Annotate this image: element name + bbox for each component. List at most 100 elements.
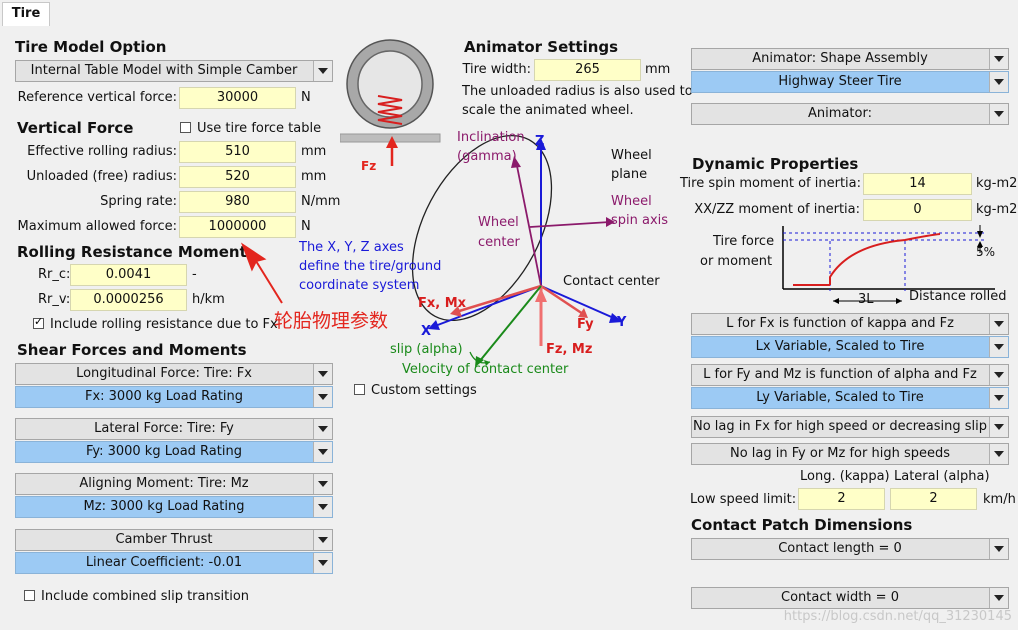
wheel-plane-label-2: plane: [611, 167, 648, 182]
rr-v-unit: h/km: [192, 292, 225, 307]
lfx-function-select[interactable]: L for Fx is function of kappa and Fz: [691, 313, 1009, 335]
wheel-plane-label-1: Wheel: [611, 148, 652, 163]
lag-fy-value: No lag in Fy or Mz for high speeds: [730, 446, 950, 461]
animator-shape-select[interactable]: Animator: Shape Assembly: [691, 48, 1009, 70]
fx-source-value: Longitudinal Force: Tire: Fx: [76, 366, 252, 381]
tire-model-value: Internal Table Model with Simple Camber: [30, 63, 298, 78]
contact-width-select[interactable]: Contact width = 0: [691, 587, 1009, 609]
spin-inertia-field[interactable]: 14: [863, 173, 972, 195]
rr-c-field[interactable]: 0.0041: [70, 264, 187, 286]
include-rr-label: Include rolling resistance due to Fx: [50, 317, 278, 332]
use-table-label: Use tire force table: [197, 121, 322, 136]
graph-3l-label: 3L: [858, 292, 874, 307]
low-speed-long-field[interactable]: 2: [798, 488, 885, 510]
spin-axis-label-2: spin axis: [611, 213, 669, 228]
chevron-down-icon: [989, 444, 1008, 464]
axes-note-3: coordinate system: [299, 278, 420, 293]
mz-dataset-select[interactable]: Mz: 3000 kg Load Rating: [15, 496, 333, 518]
lfy-dataset-select[interactable]: Ly Variable, Scaled to Tire: [691, 387, 1009, 409]
tire-width-unit: mm: [645, 62, 671, 77]
ref-force-field[interactable]: 30000: [179, 87, 296, 109]
combined-slip-label: Include combined slip transition: [41, 589, 250, 604]
lfy-function-select[interactable]: L for Fy and Mz is function of alpha and…: [691, 364, 1009, 386]
mz-source-select[interactable]: Aligning Moment: Tire: Mz: [15, 473, 333, 495]
chevron-down-icon: [989, 588, 1008, 608]
rr-v-field[interactable]: 0.0000256: [70, 289, 187, 311]
combined-slip-checkbox[interactable]: [24, 590, 35, 601]
lfx-dataset-select[interactable]: Lx Variable, Scaled to Tire: [691, 336, 1009, 358]
camber-source-select[interactable]: Camber Thrust: [15, 529, 333, 551]
contact-length-select[interactable]: Contact length = 0: [691, 538, 1009, 560]
custom-settings-label: Custom settings: [371, 383, 477, 398]
unloaded-radius-field[interactable]: 520: [179, 166, 296, 188]
contact-length-value: Contact length = 0: [778, 541, 902, 556]
tire-width-label: Tire width:: [462, 62, 531, 77]
fy-source-select[interactable]: Lateral Force: Tire: Fy: [15, 418, 333, 440]
chevron-down-icon: [313, 61, 332, 81]
rr-v-label: Rr_v:: [38, 292, 71, 307]
fx-dataset-select[interactable]: Fx: 3000 kg Load Rating: [15, 386, 333, 408]
chevron-down-icon: [313, 442, 332, 462]
custom-settings-checkbox[interactable]: [354, 384, 365, 395]
camber-dataset-value: Linear Coefficient: -0.01: [85, 555, 243, 570]
vertical-force-heading: Vertical Force: [17, 119, 134, 137]
lfy-function-value: L for Fy and Mz is function of alpha and…: [703, 367, 977, 382]
annotation-arrow-icon: [240, 242, 283, 304]
camber-dataset-select[interactable]: Linear Coefficient: -0.01: [15, 552, 333, 574]
velocity-label: Velocity of contact center: [402, 362, 569, 377]
tab-tire[interactable]: Tire: [2, 2, 50, 27]
watermark: https://blog.csdn.net/qq_31230145: [783, 609, 1012, 624]
vf-label: Unloaded (free) radius:: [26, 169, 177, 184]
chevron-down-icon: [313, 364, 332, 384]
y-axis-label: Y: [617, 315, 627, 330]
chevron-down-icon: [989, 104, 1008, 124]
graph-percent-label: 5%: [976, 245, 996, 259]
spring-rate-field[interactable]: 980: [179, 191, 296, 213]
camber-source-value: Camber Thrust: [115, 532, 213, 547]
fy-dataset-value: Fy: 3000 kg Load Rating: [86, 444, 242, 459]
lag-fy-select[interactable]: No lag in Fy or Mz for high speeds: [691, 443, 1009, 465]
spin-inertia-label: Tire spin moment of inertia:: [680, 176, 862, 191]
animator2-value: Animator:: [808, 106, 872, 121]
lfy-dataset-value: Ly Variable, Scaled to Tire: [756, 390, 924, 405]
chevron-down-icon: [313, 497, 332, 517]
vf-unit: N: [301, 219, 311, 234]
low-speed-lat-field[interactable]: 2: [890, 488, 977, 510]
tire-panel: Tire Model Option Internal Table Model w…: [0, 26, 1018, 630]
vf-unit: N/mm: [301, 194, 341, 209]
xx-inertia-field[interactable]: 0: [863, 199, 972, 221]
contact-patch-heading: Contact Patch Dimensions: [691, 516, 913, 534]
fy-dataset-select[interactable]: Fy: 3000 kg Load Rating: [15, 441, 333, 463]
animator-note-2: scale the animated wheel.: [462, 103, 634, 118]
animator2-select[interactable]: Animator:: [691, 103, 1009, 125]
axes-note-2: define the tire/ground: [299, 259, 442, 274]
ref-force-label: Reference vertical force:: [17, 90, 177, 105]
tire-width-field[interactable]: 265: [534, 59, 641, 81]
low-speed-unit: km/h: [983, 492, 1016, 507]
animator-dataset-select[interactable]: Highway Steer Tire: [691, 71, 1009, 93]
fx-source-select[interactable]: Longitudinal Force: Tire: Fx: [15, 363, 333, 385]
lateral-alpha-header: Lateral (alpha): [894, 469, 990, 484]
rr-c-unit: -: [192, 267, 197, 282]
max-force-field[interactable]: 1000000: [179, 216, 296, 238]
vf-label: Maximum allowed force:: [17, 219, 177, 234]
animator-shape-value: Animator: Shape Assembly: [752, 51, 928, 66]
shear-heading: Shear Forces and Moments: [17, 341, 247, 359]
chevron-down-icon: [989, 417, 1008, 437]
tire-model-select[interactable]: Internal Table Model with Simple Camber: [15, 60, 333, 82]
use-table-checkbox[interactable]: [180, 122, 191, 133]
include-rr-checkbox[interactable]: [33, 315, 44, 329]
animator-note-1: The unloaded radius is also used to: [462, 84, 693, 99]
fz-small-label: Fz: [361, 159, 377, 173]
xx-inertia-label: XX/ZZ moment of inertia:: [694, 202, 860, 217]
animator-heading: Animator Settings: [464, 38, 619, 56]
contact-width-value: Contact width = 0: [781, 590, 899, 605]
inclination-label-2: (gamma): [457, 149, 517, 164]
lag-fx-select[interactable]: No lag in Fx for high speed or decreasin…: [691, 416, 1009, 438]
rolling-radius-field[interactable]: 510: [179, 141, 296, 163]
fx-dataset-value: Fx: 3000 kg Load Rating: [84, 389, 244, 404]
graph-y-label-1: Tire force: [713, 234, 775, 249]
inclination-label-1: Inclination: [457, 130, 525, 145]
chevron-down-icon: [989, 49, 1008, 69]
wheel-center-label-1: Wheel: [478, 215, 519, 230]
